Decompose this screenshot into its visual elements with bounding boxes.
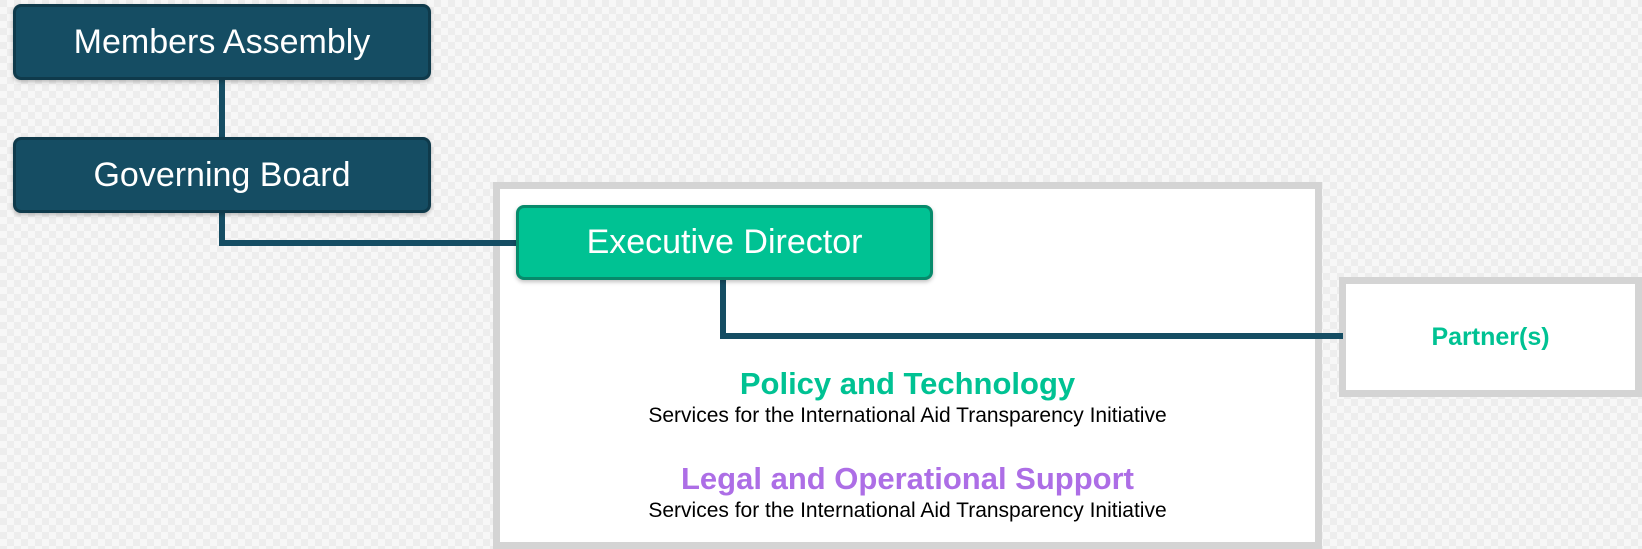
service-policy-technology: Policy and Technology Services for the I… [493,366,1322,430]
governing-board-label: Governing Board [93,155,351,194]
connector-executive-partner [720,279,1343,339]
service-legal-operational: Legal and Operational Support Services f… [493,461,1322,525]
service-subtitle: Services for the International Aid Trans… [648,499,1167,522]
members-assembly-node: Members Assembly [13,4,431,80]
executive-director-node: Executive Director [516,205,933,280]
governing-board-node: Governing Board [13,137,431,213]
connector-board-executive [219,210,517,246]
service-title: Legal and Operational Support [681,461,1134,496]
service-subtitle: Services for the International Aid Trans… [648,404,1167,427]
members-assembly-label: Members Assembly [73,22,371,61]
service-title: Policy and Technology [739,366,1076,401]
executive-director-label: Executive Director [586,223,863,261]
